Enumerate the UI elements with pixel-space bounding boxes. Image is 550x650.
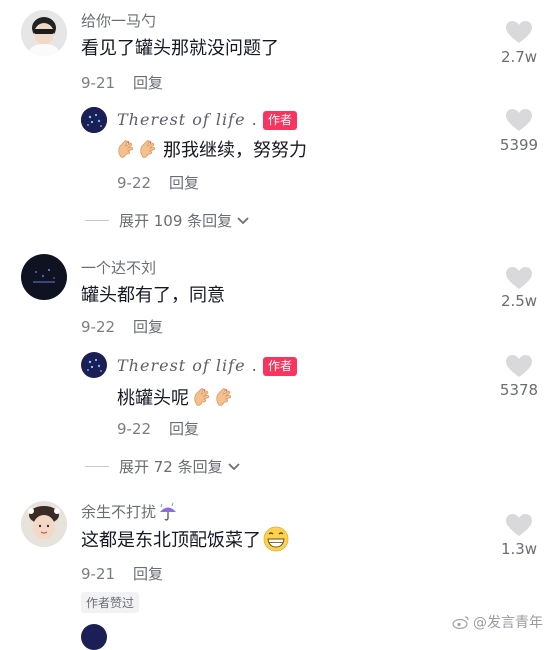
reply-meta: 9-22 回复	[117, 418, 199, 439]
weibo-logo-icon	[452, 616, 469, 629]
reply-button[interactable]: 回复	[133, 565, 163, 583]
grinning-face-emoji	[263, 526, 289, 552]
expand-replies-button[interactable]: 展开 72 条回复	[85, 456, 241, 477]
reply-button[interactable]: 回复	[133, 318, 163, 336]
heart-outline-icon[interactable]	[505, 20, 533, 44]
expand-replies-label: 展开 109 条回复	[119, 212, 233, 230]
reply-meta: 9-22 回复	[117, 172, 199, 193]
comment-text: 这都是东北顶配饭菜了	[81, 526, 289, 552]
author-username[interactable]: Therest of life .	[117, 110, 258, 129]
comment-meta: 9-21 回复	[81, 563, 163, 584]
user-avatar[interactable]	[21, 254, 67, 300]
heart-hands-emoji	[139, 139, 157, 159]
comment-date: 9-22	[81, 318, 116, 336]
reply-button[interactable]: 回复	[169, 174, 199, 192]
user-avatar[interactable]	[21, 10, 67, 56]
comment-meta: 9-22 回复	[81, 316, 163, 337]
divider-line	[85, 466, 109, 467]
divider-line	[85, 220, 109, 221]
like-count: 2.7w	[500, 48, 538, 66]
heart-outline-icon[interactable]	[505, 354, 533, 378]
heart-outline-icon[interactable]	[505, 108, 533, 132]
watermark-text: @发言青年	[473, 615, 543, 631]
author-username[interactable]: Therest of life .	[117, 356, 258, 375]
like-count: 2.5w	[500, 292, 538, 310]
reply-text-content: 桃罐头呢	[117, 388, 189, 409]
watermark: @发言青年	[452, 612, 543, 632]
reply-date: 9-22	[117, 174, 152, 192]
author-badge: 作者	[263, 357, 298, 376]
comment-date: 9-21	[81, 565, 116, 583]
reply-button[interactable]: 回复	[169, 420, 199, 438]
comment-date: 9-21	[81, 74, 116, 92]
expand-replies-button[interactable]: 展开 109 条回复	[85, 210, 250, 231]
author-avatar[interactable]	[81, 624, 107, 650]
reply-date: 9-22	[117, 420, 152, 438]
heart-hands-emoji	[193, 387, 211, 407]
comment-text-content: 这都是东北顶配饭菜了	[81, 530, 261, 551]
reply-text: 桃罐头呢	[117, 384, 233, 410]
comment-username[interactable]: 余生不打扰	[81, 501, 156, 522]
user-avatar[interactable]	[21, 501, 67, 547]
heart-outline-icon[interactable]	[505, 266, 533, 290]
umbrella-rain-emoji	[160, 502, 177, 521]
like-count: 5399	[499, 136, 539, 154]
author-avatar[interactable]	[81, 107, 107, 133]
chevron-down-icon	[227, 462, 241, 472]
author-avatar[interactable]	[81, 352, 107, 378]
reply-button[interactable]: 回复	[133, 74, 163, 92]
like-count: 5378	[499, 381, 539, 399]
expand-replies-label: 展开 72 条回复	[119, 458, 223, 476]
author-badge: 作者	[263, 111, 298, 130]
comment-text: 看见了罐头那就没问题了	[81, 38, 279, 59]
reply-text: 那我继续，努努力	[117, 136, 307, 162]
author-liked-tag: 作者赞过	[81, 592, 140, 613]
comment-meta: 9-21 回复	[81, 72, 163, 93]
like-count: 1.3w	[500, 540, 538, 558]
heart-hands-emoji	[215, 387, 233, 407]
comment-username[interactable]: 一个达不刘	[81, 257, 156, 278]
heart-outline-icon[interactable]	[505, 513, 533, 537]
heart-hands-emoji	[117, 139, 135, 159]
reply-text-content: 那我继续，努努力	[163, 140, 307, 161]
chevron-down-icon	[236, 216, 250, 226]
comment-username-row[interactable]: 余生不打扰	[81, 501, 178, 522]
comment-text: 罐头都有了，同意	[81, 285, 225, 306]
comment-username[interactable]: 给你一马勺	[81, 10, 156, 31]
